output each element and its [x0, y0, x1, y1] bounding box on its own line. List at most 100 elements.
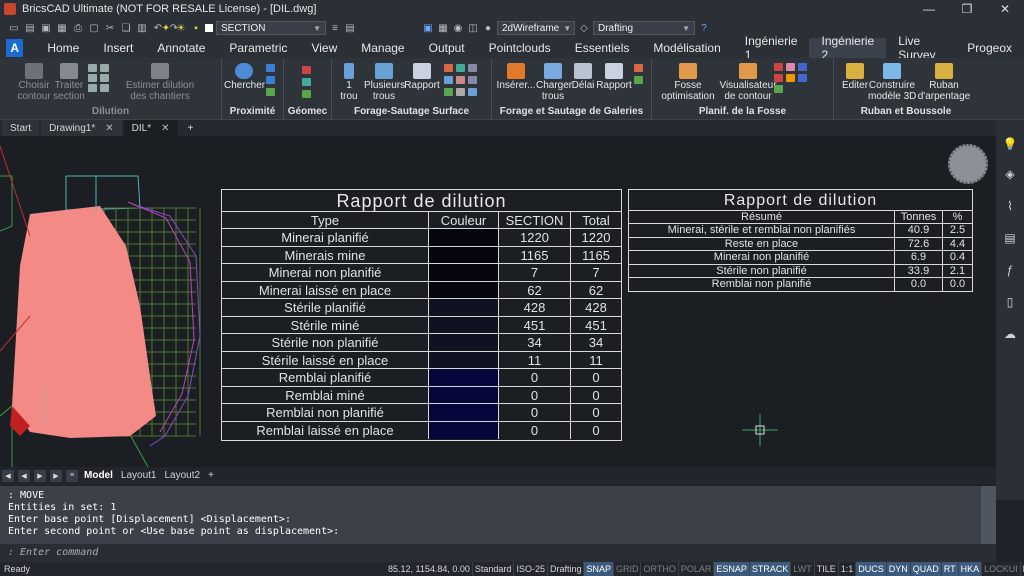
light-bulb-icon[interactable]: ✦ [160, 22, 172, 34]
drawing-canvas[interactable]: Rapport de dilution Type Couleur SECTION To… [0, 136, 996, 467]
editer-button[interactable]: Editer [840, 61, 870, 91]
doc-tab-start[interactable]: Start [2, 120, 40, 136]
status-toggle-lwt[interactable]: LWT [791, 562, 815, 576]
sphere-icon[interactable]: ● [482, 22, 494, 34]
tool-icon[interactable] [100, 74, 109, 82]
command-scrollbar[interactable] [981, 486, 996, 544]
layer-icon[interactable]: ≡ [329, 22, 341, 34]
tool-icon[interactable] [786, 63, 795, 71]
tool-icon[interactable] [774, 74, 783, 82]
menu-tab-home[interactable]: Home [35, 38, 91, 58]
tab-layout1[interactable]: Layout1 [119, 470, 159, 481]
tool-icon[interactable] [266, 88, 275, 96]
visualisateur-contour-button[interactable]: Visualisateur de contour [716, 61, 780, 102]
menu-tab-pointclouds[interactable]: Pointclouds [477, 38, 563, 58]
layer-states-icon[interactable]: ▤ [344, 22, 356, 34]
workspace-combo[interactable]: Drafting ▼ [593, 21, 695, 35]
rapport-surface-button[interactable]: Rapport [404, 61, 440, 91]
close-button[interactable]: ✕ [986, 0, 1024, 18]
doc-tab-drawing1[interactable]: Drawing1* ✕ [41, 120, 122, 136]
tool-icon[interactable] [468, 64, 477, 72]
choisir-contour-button[interactable]: Choisir contour [14, 61, 54, 102]
save-as-icon[interactable]: ▦ [56, 22, 68, 34]
attach-icon[interactable]: ⌇ [1002, 198, 1018, 214]
status-toggle-rt[interactable]: RT [941, 562, 959, 576]
tool-icon[interactable] [456, 64, 465, 72]
maximize-button[interactable]: ❐ [948, 0, 986, 18]
fosse-optimisation-button[interactable]: Fosse optimisation [660, 61, 716, 102]
menu-tab-insert[interactable]: Insert [91, 38, 145, 58]
tool-icon[interactable] [302, 78, 311, 86]
status-toggle-strack[interactable]: STRACK [749, 562, 792, 576]
menu-tab-annotate[interactable]: Annotate [145, 38, 217, 58]
status-toggle-ducs[interactable]: DUCS [856, 562, 887, 576]
status-toggle-lockui[interactable]: LOCKUI [982, 562, 1021, 576]
dilution-report-table[interactable]: Rapport de dilution Type Couleur SECTION To… [221, 189, 622, 441]
dilution-summary-table[interactable]: Rapport de dilution Résumé Tonnes% Minera… [628, 189, 973, 292]
tool-icon[interactable] [88, 84, 97, 92]
layers-icon[interactable]: ◈ [1002, 166, 1018, 182]
tool-icon[interactable] [456, 88, 465, 96]
new-tab-icon[interactable]: + [180, 120, 202, 136]
minimize-button[interactable]: — [910, 0, 948, 18]
grid-view-icon[interactable]: ▦ [437, 22, 449, 34]
menu-tab-essentiels[interactable]: Essentiels [563, 38, 642, 58]
menu-tab-mod-lisation[interactable]: Modélisation [641, 38, 732, 58]
tool-icon[interactable] [456, 76, 465, 84]
print-icon[interactable]: ⎙ [72, 22, 84, 34]
menu-tab-progeox[interactable]: Progeox [955, 38, 1024, 58]
rapport-galeries-button[interactable]: Rapport [596, 61, 632, 91]
tool-icon[interactable] [798, 74, 807, 82]
cut-icon[interactable]: ✂ [104, 22, 116, 34]
status-toggle-quad[interactable]: QUAD [910, 562, 942, 576]
tool-icon[interactable] [444, 88, 453, 96]
paste-icon[interactable]: ▥ [136, 22, 148, 34]
tool-icon[interactable] [266, 76, 275, 84]
inserer-button[interactable]: Insérer... [496, 61, 536, 91]
layer-combo[interactable]: SECTION ▼ [216, 21, 326, 35]
status-toggle-drafting[interactable]: Drafting [548, 562, 585, 576]
status-toggle-standard[interactable]: Standard [473, 562, 515, 576]
help-icon[interactable]: ? [698, 22, 710, 34]
preview-icon[interactable]: ▢ [88, 22, 100, 34]
menu-tab-parametric[interactable]: Parametric [217, 38, 299, 58]
tool-icon[interactable] [302, 66, 311, 74]
first-tab-icon[interactable]: ◀ [2, 469, 14, 482]
ruban-arpentage-button[interactable]: Ruban d'arpentage [916, 61, 972, 102]
menu-tab-live-survey[interactable]: Live Survey [886, 34, 955, 62]
tool-icon[interactable] [774, 85, 783, 93]
menu-tab-output[interactable]: Output [417, 38, 477, 58]
save-icon[interactable]: ▣ [40, 22, 52, 34]
status-toggle-grid[interactable]: GRID [614, 562, 642, 576]
next-tab-icon[interactable]: ▶ [34, 469, 46, 482]
tab-list-icon[interactable]: ≡ [66, 469, 78, 482]
status-toggle-hka[interactable]: HKA [958, 562, 983, 576]
visual-style-combo[interactable]: 2dWireframe ▼ [497, 21, 575, 35]
status-toggle-1-1[interactable]: 1:1 [839, 562, 857, 576]
status-toggle-tile[interactable]: TILE [815, 562, 839, 576]
tool-icon[interactable] [266, 64, 275, 72]
construire-modele-button[interactable]: Construire modèle 3D [868, 61, 916, 102]
status-toggle-dyn[interactable]: DYN [886, 562, 911, 576]
view-cube-icon[interactable] [948, 144, 988, 184]
status-toggle-ortho[interactable]: ORTHO [641, 562, 679, 576]
tool-icon[interactable] [88, 64, 97, 72]
close-icon[interactable]: ✕ [105, 123, 113, 134]
menu-tab-ing-nierie-1[interactable]: Ingénierie 1 [733, 34, 810, 62]
sun-icon[interactable]: ☀ [175, 22, 187, 34]
un-trou-button[interactable]: 1 trou [338, 61, 360, 102]
render-icon[interactable]: ◉ [452, 22, 464, 34]
tool-icon[interactable] [786, 74, 795, 82]
chercher-button[interactable]: Chercher [224, 61, 265, 91]
light-bulb-icon[interactable]: 💡 [1002, 136, 1018, 152]
open-icon[interactable]: ▤ [24, 22, 36, 34]
tool-icon[interactable] [100, 84, 109, 92]
tool-icon[interactable] [302, 90, 311, 98]
properties-icon[interactable]: ▤ [1002, 230, 1018, 246]
app-menu-icon[interactable]: A [6, 39, 24, 57]
add-layout-button[interactable]: + [206, 470, 216, 481]
status-toggle-polar[interactable]: POLAR [679, 562, 715, 576]
last-tab-icon[interactable]: ▶ [50, 469, 62, 482]
function-icon[interactable]: ƒ [1002, 262, 1018, 278]
prev-tab-icon[interactable]: ◀ [18, 469, 30, 482]
